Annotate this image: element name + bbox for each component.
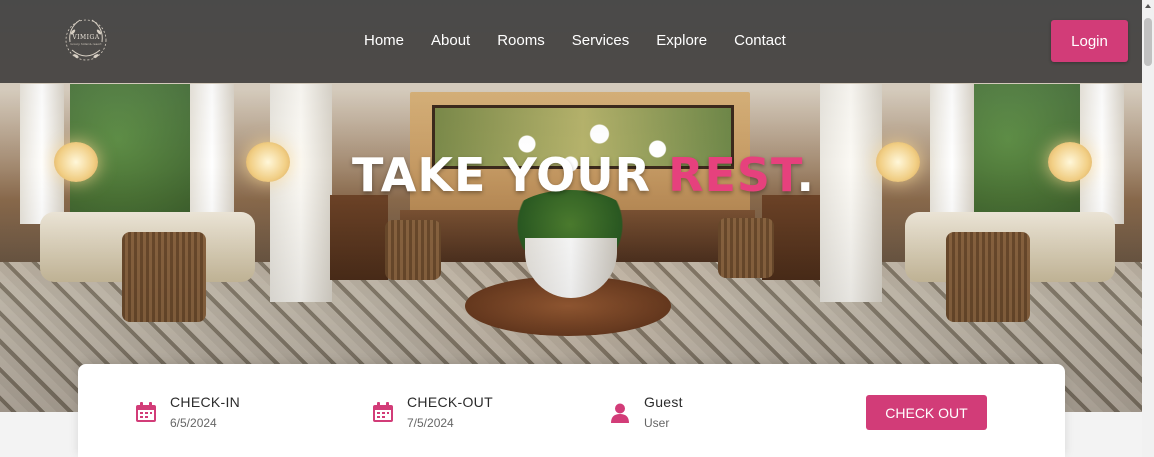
guest-label: Guest: [644, 394, 683, 410]
headline-end: .: [796, 148, 815, 202]
calendar-icon: [373, 402, 393, 422]
nav-home[interactable]: Home: [364, 30, 404, 52]
nav-explore[interactable]: Explore: [656, 30, 707, 52]
nav-rooms[interactable]: Rooms: [497, 30, 545, 52]
headline-accent: REST: [668, 148, 797, 202]
booking-bar: CHECK-IN 6/5/2024 CHECK-OUT 7/5/2024 Gue…: [78, 364, 1065, 457]
hero-headline: TAKE YOUR REST.: [352, 148, 815, 202]
guest-value[interactable]: User: [644, 416, 669, 430]
nav-services[interactable]: Services: [572, 30, 630, 52]
check-out-value[interactable]: 7/5/2024: [407, 416, 454, 430]
check-out-button[interactable]: CHECK OUT: [866, 395, 987, 430]
login-button[interactable]: Login: [1051, 20, 1128, 62]
nav-contact[interactable]: Contact: [734, 30, 786, 52]
calendar-icon: [136, 402, 156, 422]
check-in-label: CHECK-IN: [170, 394, 241, 410]
user-icon: [611, 403, 629, 423]
brand-name: VIMIGA: [72, 34, 100, 41]
check-out-label: CHECK-OUT: [407, 394, 493, 410]
top-navbar: VIMIGA luxury hotel & resort Home About …: [0, 0, 1142, 83]
page-scrollbar[interactable]: [1142, 0, 1154, 457]
main-nav: Home About Rooms Services Explore Contac…: [364, 30, 813, 52]
check-in-value[interactable]: 6/5/2024: [170, 416, 217, 430]
scroll-thumb[interactable]: [1144, 18, 1152, 66]
brand-tagline: luxury hotel & resort: [70, 42, 102, 46]
headline-main: TAKE YOUR: [352, 148, 669, 202]
scroll-up-arrow-icon[interactable]: [1145, 4, 1151, 8]
nav-about[interactable]: About: [431, 30, 470, 52]
brand-logo[interactable]: VIMIGA luxury hotel & resort: [62, 12, 110, 68]
